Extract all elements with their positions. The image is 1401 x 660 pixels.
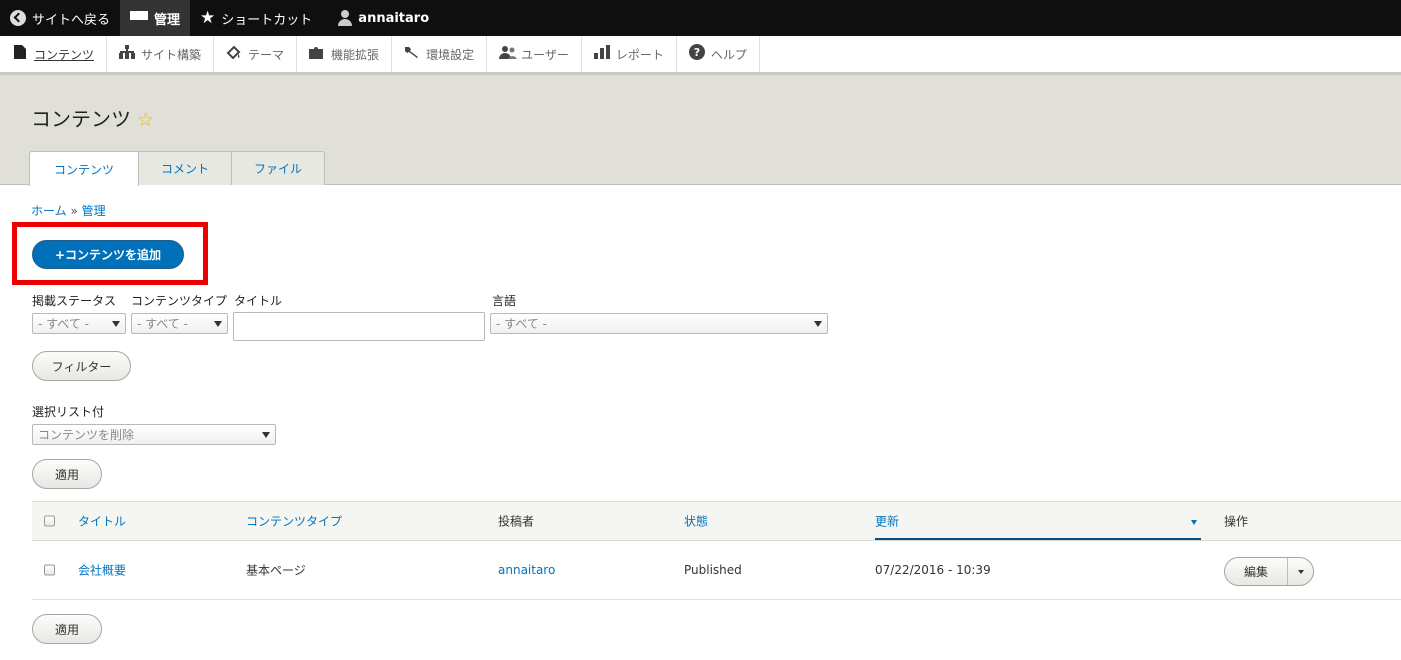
- tray-item-help[interactable]: ? ヘルプ: [677, 36, 760, 72]
- people-icon: [499, 45, 518, 63]
- language-filter-value: - すべて -: [496, 317, 547, 331]
- tray-item-configuration[interactable]: 環境設定: [392, 36, 488, 72]
- user-icon: [338, 10, 353, 26]
- manage-label: 管理: [154, 12, 181, 28]
- primary-tabs: コンテンツ コメント ファイル: [29, 151, 326, 186]
- menu-icon: [130, 11, 149, 25]
- tab-content[interactable]: コンテンツ: [29, 151, 140, 186]
- sort-desc-icon: [1191, 520, 1197, 525]
- column-header-operations: 操作: [1224, 514, 1249, 529]
- puzzle-icon: [309, 45, 325, 63]
- table-row: 会社概要 基本ページ annaitaro Published 07/22/201…: [32, 541, 1401, 600]
- help-icon: ?: [688, 44, 705, 64]
- apply-button-top[interactable]: 適用: [32, 459, 102, 489]
- manage-toggle[interactable]: 管理: [120, 0, 191, 36]
- tray-item-label: 機能拡張: [331, 47, 380, 62]
- tray-item-appearance[interactable]: テーマ: [214, 36, 298, 72]
- row-operations-dropbutton: 編集: [1224, 557, 1314, 586]
- svg-text:?: ?: [694, 46, 700, 59]
- row-updated: 07/22/2016 - 10:39: [875, 563, 991, 577]
- tray-item-label: ユーザー: [521, 47, 569, 62]
- type-filter-select[interactable]: - すべて -: [131, 313, 228, 334]
- status-filter-label: 掲載ステータス: [32, 294, 117, 308]
- back-to-site-label: サイトへ戻る: [32, 12, 111, 28]
- wrench-icon: [404, 45, 420, 63]
- shortcuts-toggle[interactable]: ★ ショートカット: [190, 0, 322, 36]
- tray-item-structure[interactable]: サイト構築: [107, 36, 215, 72]
- bar-chart-icon: [593, 45, 610, 63]
- language-filter-select[interactable]: - すべて -: [490, 313, 828, 334]
- title-filter-label: タイトル: [234, 294, 283, 308]
- tray-item-label: ヘルプ: [710, 47, 747, 62]
- tray-item-label: レポート: [615, 47, 664, 62]
- tray-item-label: 環境設定: [426, 47, 475, 62]
- user-name: annaitaro: [358, 10, 430, 26]
- status-filter-value: - すべて -: [38, 317, 89, 331]
- dropdown-arrow-icon: [262, 432, 270, 438]
- select-all-checkbox[interactable]: [44, 515, 55, 527]
- row-author-link[interactable]: annaitaro: [498, 563, 555, 577]
- page-title: コンテンツ ☆: [31, 103, 154, 132]
- type-filter-value: - すべて -: [137, 317, 188, 331]
- page-title-text: コンテンツ: [31, 107, 131, 131]
- dropdown-arrow-icon: [814, 321, 822, 327]
- page-header: コンテンツ ☆ コンテンツ コメント ファイル: [0, 75, 1401, 186]
- breadcrumb-home-link[interactable]: ホーム: [31, 204, 67, 218]
- page-icon: [12, 45, 28, 63]
- edit-button[interactable]: 編集: [1225, 558, 1288, 585]
- tray-item-extend[interactable]: 機能拡張: [297, 36, 393, 72]
- content-table-header: タイトル コンテンツタイプ 投稿者 状態 更新 操作: [32, 501, 1401, 541]
- dropbutton-toggle-chevron-icon[interactable]: [1288, 558, 1313, 585]
- column-header-author: 投稿者: [498, 514, 535, 529]
- filter-button[interactable]: フィルター: [32, 351, 131, 381]
- breadcrumb-admin-link[interactable]: 管理: [82, 204, 106, 218]
- column-header-type[interactable]: コンテンツタイプ: [246, 513, 342, 530]
- tray-item-people[interactable]: ユーザー: [487, 36, 582, 72]
- column-header-status[interactable]: 状態: [684, 513, 708, 530]
- bulk-action-label: 選択リスト付: [32, 405, 105, 419]
- apply-button-bottom[interactable]: 適用: [32, 614, 102, 644]
- sitemap-icon: [119, 45, 136, 63]
- breadcrumb-separator: »: [70, 204, 78, 218]
- admin-toolbar: サイトへ戻る 管理 ★ ショートカット annaitaro: [0, 0, 1401, 36]
- user-menu-toggle[interactable]: annaitaro: [322, 0, 439, 36]
- status-filter-select[interactable]: - すべて -: [32, 313, 126, 334]
- dropdown-arrow-icon: [214, 321, 222, 327]
- tray-item-reports[interactable]: レポート: [582, 36, 677, 72]
- type-filter-label: コンテンツタイプ: [131, 294, 228, 308]
- row-status: Published: [684, 563, 742, 577]
- language-filter-label: 言語: [492, 294, 517, 308]
- tray-item-content[interactable]: コンテンツ: [0, 36, 108, 72]
- tab-comments[interactable]: コメント: [139, 151, 233, 185]
- bulk-action-select[interactable]: コンテンツを削除: [32, 424, 276, 445]
- active-sort-indicator: [875, 538, 1201, 540]
- add-content-button[interactable]: +コンテンツを追加: [32, 240, 184, 269]
- star-icon: ★: [200, 7, 216, 28]
- tab-files[interactable]: ファイル: [232, 151, 326, 185]
- back-to-site-link[interactable]: サイトへ戻る: [0, 0, 120, 36]
- tray-item-label: サイト構築: [141, 47, 202, 62]
- tray-item-label: コンテンツ: [34, 47, 95, 62]
- row-title-link[interactable]: 会社概要: [78, 562, 126, 579]
- breadcrumb: ホーム » 管理: [31, 202, 106, 219]
- bulk-action-value: コンテンツを削除: [38, 428, 135, 442]
- tray-item-label: テーマ: [248, 47, 285, 62]
- row-content-type: 基本ページ: [246, 563, 306, 578]
- shortcuts-label: ショートカット: [221, 12, 313, 28]
- title-filter-input[interactable]: [233, 312, 485, 341]
- paint-icon: [226, 45, 242, 63]
- row-checkbox[interactable]: [44, 564, 55, 576]
- dropdown-arrow-icon: [112, 321, 120, 327]
- back-arrow-icon: [10, 10, 26, 26]
- favorite-star-icon[interactable]: ☆: [137, 109, 154, 131]
- column-header-title[interactable]: タイトル: [78, 513, 126, 530]
- admin-menu-tray: コンテンツ サイト構築 テーマ 機能拡張 環境設定 ユーザー レポート ? ヘル…: [0, 36, 1401, 75]
- column-header-updated[interactable]: 更新: [875, 513, 899, 530]
